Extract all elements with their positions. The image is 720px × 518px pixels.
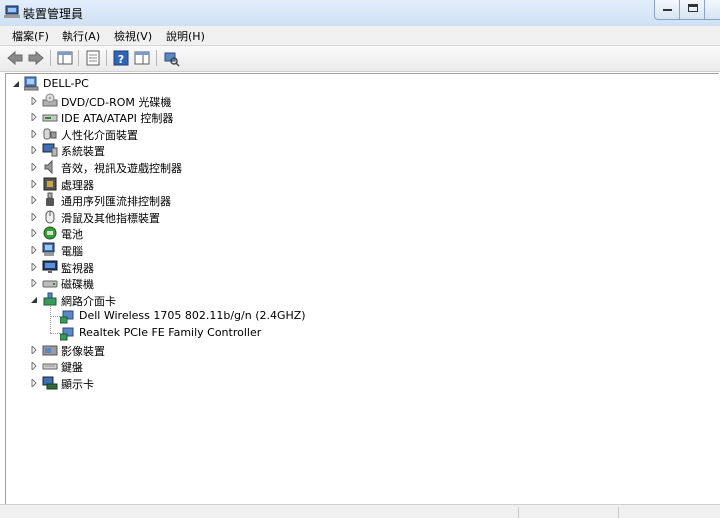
tree-item-label: Realtek PCIe FE Family Controller <box>79 326 262 339</box>
speaker-icon <box>44 159 53 175</box>
expand-arrow-icon[interactable] <box>30 180 38 188</box>
status-cell <box>518 507 619 518</box>
help-icon[interactable]: ? <box>112 49 130 67</box>
tree-item-label: 滑鼠及其他指標裝置 <box>61 212 160 225</box>
menu-view[interactable]: 檢視(V) <box>114 28 152 44</box>
svg-text:?: ? <box>118 53 124 66</box>
tree-item-label: 人性化介面裝置 <box>61 129 138 142</box>
window-title: 裝置管理員 <box>23 7 84 21</box>
tree-item-label: 電池 <box>61 228 83 241</box>
expand-arrow-icon[interactable] <box>30 130 38 138</box>
toolbar-separator <box>156 50 157 66</box>
tree-item-label: 網路介面卡 <box>61 295 116 308</box>
expand-arrow-icon[interactable] <box>30 379 38 387</box>
forward-icon[interactable] <box>27 49 45 67</box>
tree-item-label: 電腦 <box>61 245 83 258</box>
computer-root-icon <box>24 76 39 91</box>
list-icon[interactable] <box>84 49 102 67</box>
maximize-button[interactable] <box>679 0 705 20</box>
toolbar-separator <box>50 50 51 66</box>
expand-arrow-icon[interactable] <box>30 97 38 105</box>
device-manager-icon <box>4 5 20 18</box>
display-adapter-icon <box>42 376 58 390</box>
ide-controller-icon <box>42 114 58 122</box>
menu-action[interactable]: 執行(A) <box>62 28 100 44</box>
wireless-adapter-icon <box>60 310 74 324</box>
expand-arrow-icon[interactable] <box>30 146 38 154</box>
expand-arrow-icon[interactable] <box>30 263 38 271</box>
tree-item-label: IDE ATA/ATAPI 控制器 <box>61 112 174 125</box>
disk-drive-icon <box>42 280 58 288</box>
expand-arrow-icon[interactable] <box>30 163 38 171</box>
monitor-icon <box>42 260 58 273</box>
minimize-button[interactable] <box>654 0 680 20</box>
maximize-icon <box>688 4 698 12</box>
expand-arrow-icon[interactable] <box>30 246 38 254</box>
tree-item-label: DELL-PC <box>43 77 89 90</box>
tree-connector <box>50 306 51 333</box>
back-icon[interactable] <box>6 49 24 67</box>
expand-arrow-icon[interactable] <box>30 362 38 370</box>
processor-icon <box>43 177 57 191</box>
system-device-icon <box>42 143 58 157</box>
properties-pane-icon[interactable] <box>56 49 74 67</box>
close-button[interactable] <box>704 0 720 20</box>
tree-item-label: 系統裝置 <box>61 145 105 158</box>
tree-item-label: 處理器 <box>61 179 94 192</box>
expand-arrow-icon[interactable] <box>30 346 38 354</box>
expand-arrow-icon[interactable] <box>30 229 38 237</box>
tree-connector <box>50 316 60 317</box>
expand-arrow-icon[interactable] <box>30 113 38 121</box>
usb-icon <box>46 192 54 206</box>
mouse-icon <box>45 210 55 224</box>
device-tree[interactable]: DELL-PC DVD/CD-ROM 光碟機 IDE ATA/ATAPI 控制器 人性… <box>5 73 719 506</box>
toolbar-separator <box>106 50 107 66</box>
menu-help[interactable]: 說明(H) <box>166 28 205 44</box>
expand-arrow-icon[interactable] <box>30 279 38 287</box>
hid-icon <box>43 128 57 140</box>
title-bar: 裝置管理員 <box>0 0 720 26</box>
ethernet-adapter-icon <box>60 327 74 341</box>
toolbar: ? <box>0 46 720 72</box>
status-cell <box>618 507 720 518</box>
scan-hardware-icon[interactable] <box>162 49 180 67</box>
tree-connector <box>50 333 60 334</box>
tree-item-label: 顯示卡 <box>61 378 94 391</box>
tree-item-label: Dell Wireless 1705 802.11b/g/n (2.4GHZ) <box>79 309 306 322</box>
menu-bar: 檔案(F) 執行(A) 檢視(V) 說明(H) <box>0 26 720 46</box>
battery-icon <box>43 226 57 240</box>
status-bar <box>0 504 720 518</box>
dvd-drive-icon <box>42 93 58 107</box>
tree-item-label: DVD/CD-ROM 光碟機 <box>61 96 172 109</box>
menu-file[interactable]: 檔案(F) <box>12 28 49 44</box>
tree-item-label: 通用序列匯流排控制器 <box>61 195 171 208</box>
keyboard-icon <box>42 363 58 370</box>
collapse-arrow-icon[interactable] <box>30 296 38 304</box>
imaging-device-icon <box>42 345 58 356</box>
tree-item-label: 監視器 <box>61 262 94 275</box>
expand-arrow-icon[interactable] <box>30 196 38 204</box>
computer-icon <box>42 242 55 256</box>
minimize-icon <box>663 9 672 11</box>
details-icon[interactable] <box>133 49 151 67</box>
toolbar-separator <box>78 50 79 66</box>
expand-arrow-icon[interactable] <box>30 213 38 221</box>
tree-item-label: 鍵盤 <box>61 361 83 374</box>
tree-item-label: 磁碟機 <box>61 278 94 291</box>
collapse-arrow-icon[interactable] <box>12 80 20 88</box>
tree-item-label: 音效，視訊及遊戲控制器 <box>61 162 182 175</box>
tree-item-label: 影像裝置 <box>61 345 105 358</box>
